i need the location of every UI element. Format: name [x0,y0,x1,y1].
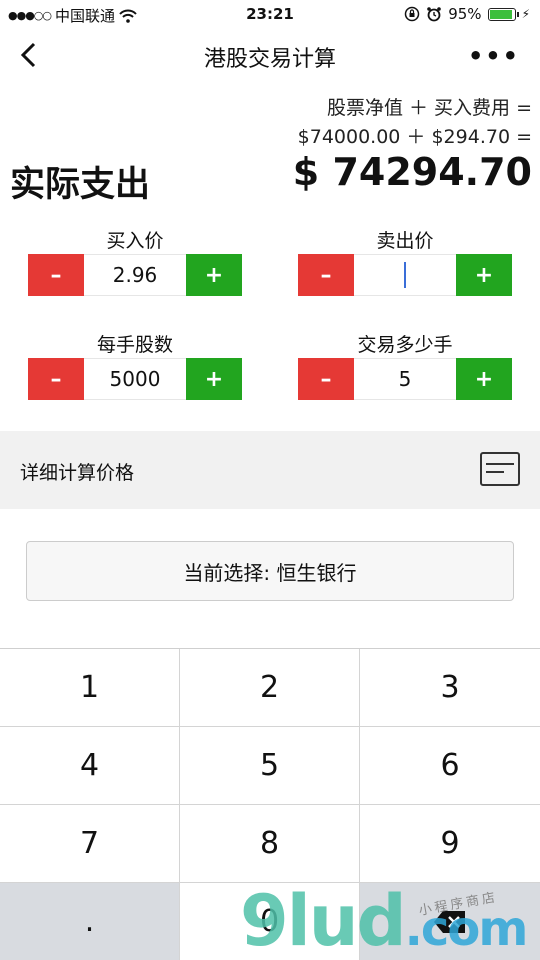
lots-stepper: – 5 + [298,358,512,400]
key-2[interactable]: 2 [180,649,360,727]
lot-size-minus-button[interactable]: – [28,358,84,400]
actual-cost-label: 实际支出 [10,165,151,205]
lots-input[interactable]: 5 [354,358,456,400]
card-icon [480,452,520,486]
status-bar: ●●●○○ 中国联通 23:21 95% ⚡ [0,0,540,30]
formula-line-2: $74000.00 ＋ $294.70 = [297,126,532,148]
key-9[interactable]: 9 [360,805,540,883]
detail-calculation-label: 详细计算价格 [20,462,135,484]
orientation-lock-icon [404,6,420,22]
page-title: 港股交易计算 [203,47,336,72]
key-7[interactable]: 7 [0,805,180,883]
buy-price-input[interactable]: 2.96 [84,254,186,296]
nav-bar: 港股交易计算 ••• [0,30,540,80]
key-6[interactable]: 6 [360,727,540,805]
key-8[interactable]: 8 [180,805,360,883]
key-3[interactable]: 3 [360,649,540,727]
formula-line-1: 股票净值 ＋ 买入费用 = [326,97,532,119]
lots-minus-button[interactable]: – [298,358,354,400]
lots-plus-button[interactable]: + [456,358,512,400]
key-4[interactable]: 4 [0,727,180,805]
lot-size-input[interactable]: 5000 [84,358,186,400]
alarm-icon [427,7,442,22]
sell-price-stepper: – + [298,254,512,296]
buy-price-minus-button[interactable]: – [28,254,84,296]
lots-label: 交易多少手 [357,334,453,356]
watermark-main: 9lud [240,880,407,960]
sell-price-minus-button[interactable]: – [298,254,354,296]
lot-size-stepper: – 5000 + [28,358,242,400]
charging-icon: ⚡ [521,7,530,21]
battery-percent: 95% [448,5,482,23]
buy-price-stepper: – 2.96 + [28,254,242,296]
key-decimal[interactable]: . [0,883,180,960]
battery-fill [489,9,512,19]
sell-price-input[interactable] [354,254,456,296]
sell-price-plus-button[interactable]: + [456,254,512,296]
detail-calculation-row[interactable]: 详细计算价格 [0,431,540,509]
text-cursor [404,262,406,288]
lot-size-label: 每手股数 [96,334,173,356]
key-1[interactable]: 1 [0,649,180,727]
battery-icon [487,7,519,21]
lot-size-plus-button[interactable]: + [186,358,242,400]
current-selection-button[interactable]: 当前选择: 恒生银行 [26,541,514,601]
actual-cost-amount: $ 74294.70 [292,150,532,194]
buy-price-plus-button[interactable]: + [186,254,242,296]
more-options-button[interactable]: ••• [468,42,520,70]
key-5[interactable]: 5 [180,727,360,805]
status-right: 95% ⚡ [404,5,530,23]
buy-price-label: 买入价 [106,230,164,252]
sell-price-label: 卖出价 [376,230,434,252]
